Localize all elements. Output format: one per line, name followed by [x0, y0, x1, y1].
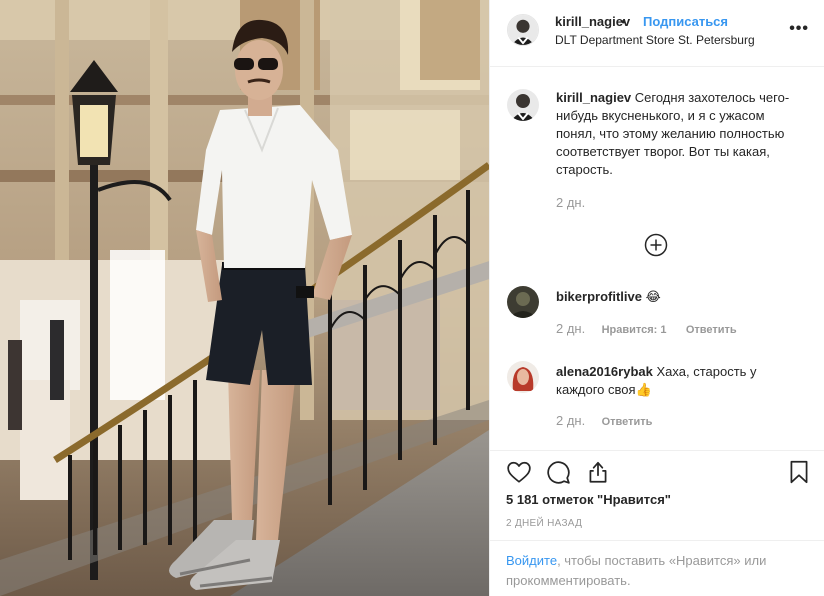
post-photo[interactable] — [0, 0, 489, 596]
post-header: kirill_nagiev • Подписаться DLT Departme… — [490, 0, 824, 67]
comment-username[interactable]: bikerprofitlive — [556, 289, 642, 304]
caption-time[interactable]: 2 дн. — [556, 195, 585, 210]
caption-avatar[interactable] — [507, 89, 539, 121]
commenter-avatar[interactable] — [507, 361, 539, 393]
comment-icon[interactable] — [545, 459, 571, 485]
comment-meta: 2 дн. Нравится: 1 Ответить — [556, 321, 753, 336]
author-username[interactable]: kirill_nagiev — [555, 14, 630, 29]
heart-icon[interactable] — [506, 459, 532, 485]
login-prompt: Войдите, чтобы поставить «Нравится» или … — [490, 540, 824, 596]
likes-count[interactable]: 5 181 отметок "Нравится" — [506, 492, 671, 507]
caption-meta: 2 дн. — [556, 195, 598, 210]
post-container: kirill_nagiev • Подписаться DLT Departme… — [0, 0, 824, 596]
location-link[interactable]: DLT Department Store St. Petersburg — [555, 33, 755, 47]
post-date[interactable]: 2 ДНЕЙ НАЗАД — [506, 518, 582, 529]
bookmark-icon[interactable] — [786, 459, 812, 485]
comment-text: 😂 — [645, 289, 661, 304]
reply-button[interactable]: Ответить — [602, 416, 653, 428]
login-link[interactable]: Войдите — [506, 553, 557, 568]
author-avatar[interactable] — [507, 14, 539, 46]
photo-image — [0, 0, 489, 596]
comment-body: bikerprofitlive 😂 — [556, 288, 796, 306]
follow-button[interactable]: Подписаться — [643, 14, 728, 29]
share-icon[interactable] — [585, 459, 611, 485]
side-panel: kirill_nagiev • Подписаться DLT Departme… — [489, 0, 824, 596]
comment-meta: 2 дн. Ответить — [556, 413, 668, 428]
header-separator: • — [621, 14, 626, 29]
caption-username[interactable]: kirill_nagiev — [556, 90, 631, 105]
comments-list[interactable]: kirill_nagiev Сегодня захотелось чего-ни… — [490, 67, 824, 450]
comment-username[interactable]: alena2016rybak — [556, 364, 653, 379]
commenter-avatar[interactable] — [507, 286, 539, 318]
caption-body: kirill_nagiev Сегодня захотелось чего-ни… — [556, 89, 796, 179]
load-more-comments-icon[interactable] — [644, 233, 668, 257]
comment-likes-link[interactable]: Нравится: 1 — [602, 324, 667, 336]
comment-body: alena2016rybak Хаха, старость у каждого … — [556, 363, 796, 399]
comment-time[interactable]: 2 дн. — [556, 321, 585, 336]
post-actions: 5 181 отметок "Нравится" 2 ДНЕЙ НАЗАД — [490, 450, 824, 546]
more-options-icon[interactable]: ••• — [789, 20, 809, 38]
reply-button[interactable]: Ответить — [686, 324, 737, 336]
comment-time[interactable]: 2 дн. — [556, 413, 585, 428]
